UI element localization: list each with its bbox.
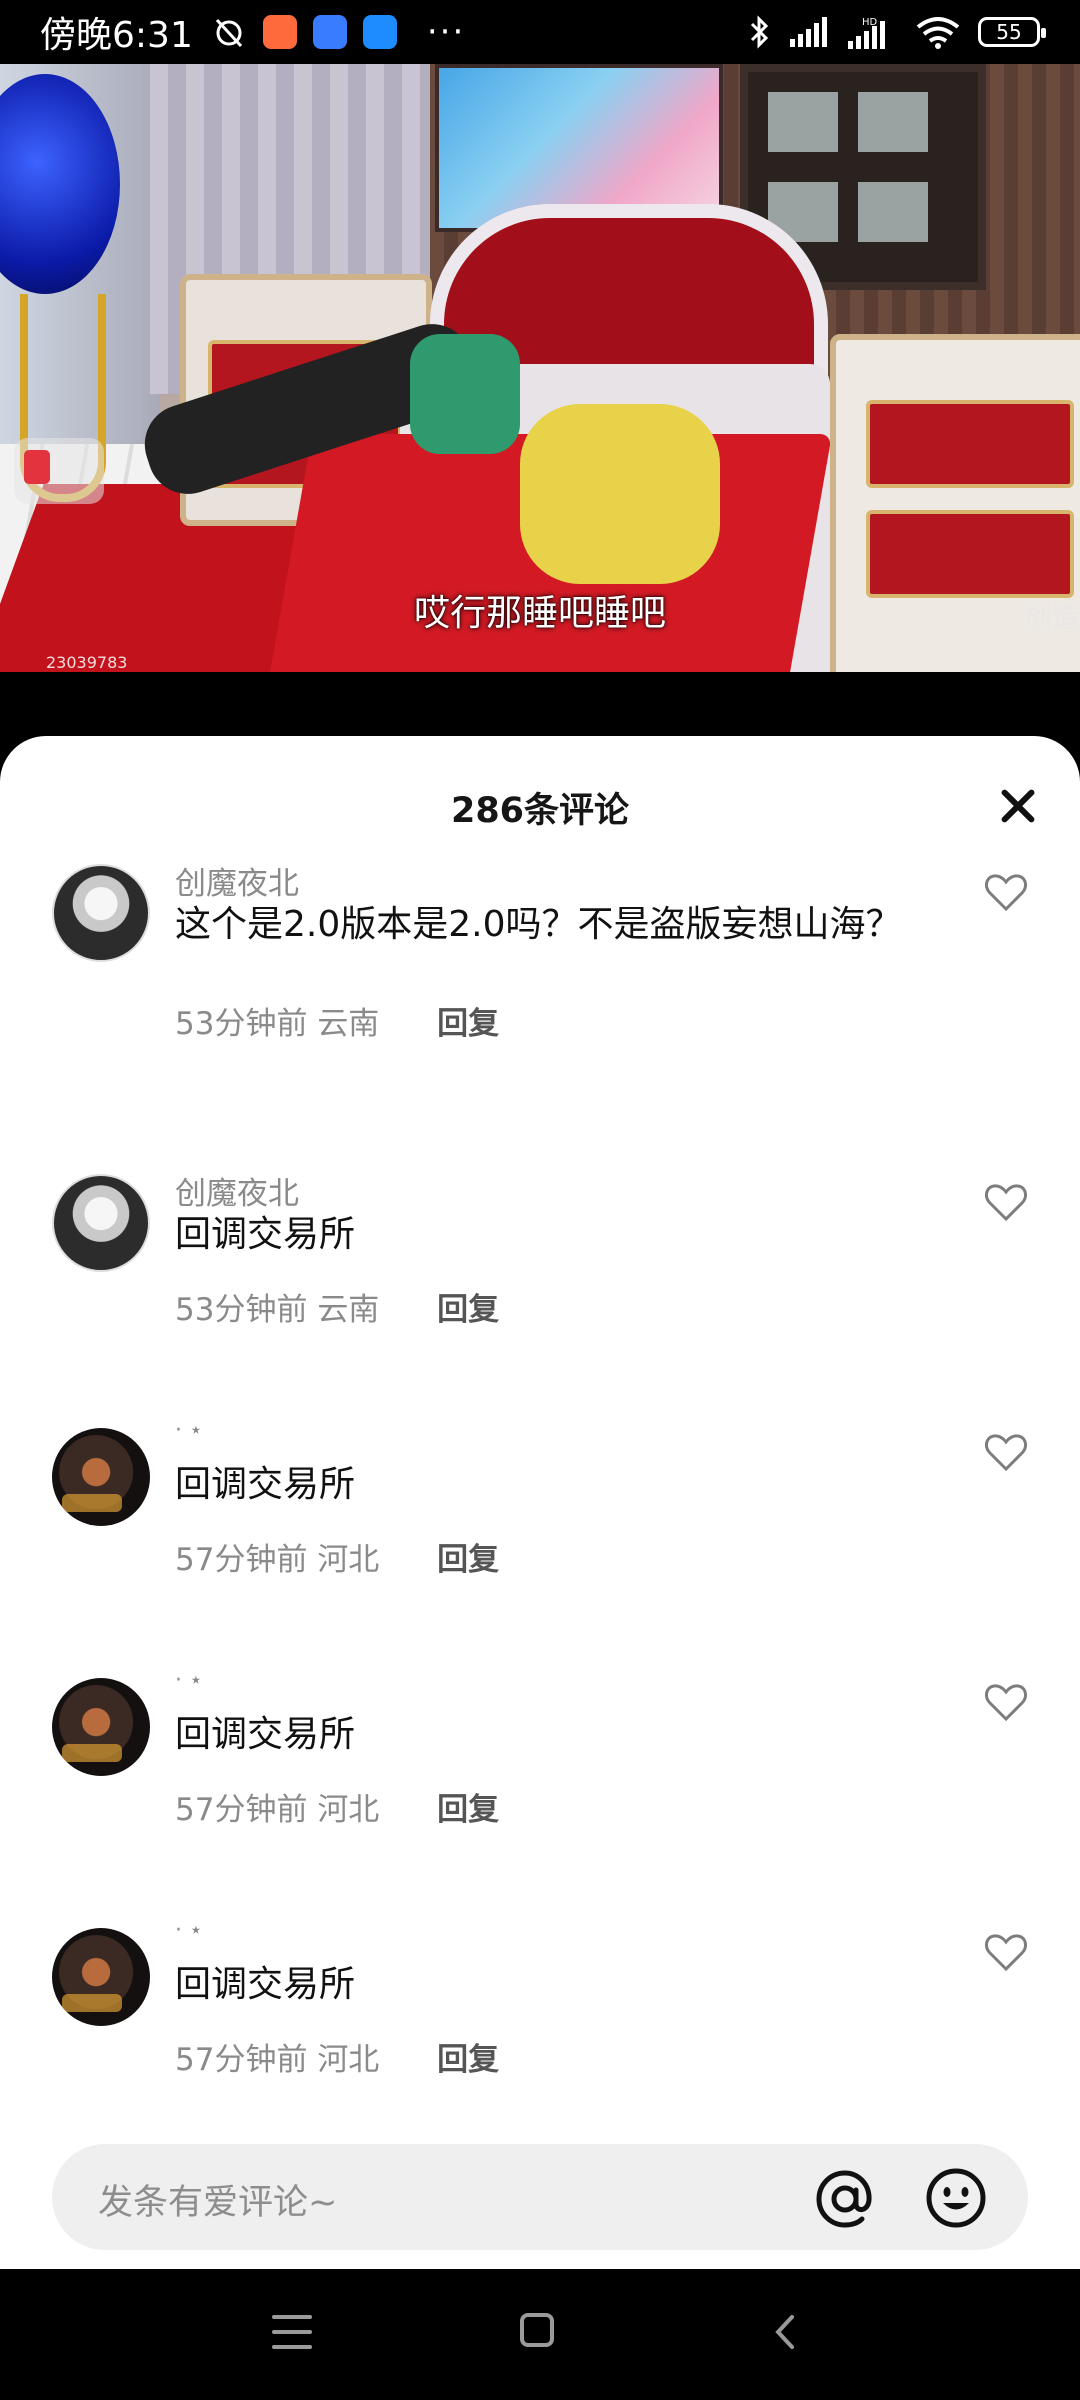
close-icon[interactable]: [996, 784, 1040, 828]
system-nav-bar: [0, 2269, 1080, 2400]
comment-text: 回调交易所: [175, 1964, 356, 2005]
comment-item: · ⋆ 回调交易所 57分钟前 河北 回复: [0, 1418, 1080, 1578]
comment-input-placeholder: 发条有爱评论~: [98, 2183, 338, 2223]
notification-app-icon: [262, 15, 297, 49]
comment-item: 创魔夜北 这个是2.0版本是2.0吗？不是盗版妄想山海？ 53分钟前 云南 回复: [0, 858, 1080, 1058]
comment-input[interactable]: 发条有爱评论~: [52, 2144, 1028, 2250]
emoji-icon[interactable]: [924, 2166, 988, 2230]
comment-username[interactable]: · ⋆: [175, 1668, 203, 1693]
reply-button[interactable]: 回复: [437, 2042, 499, 2078]
status-bar: 傍晚6:31 ··· HD 55: [0, 0, 1080, 64]
comments-sheet: 286条评论 创魔夜北 这个是2.0版本是2.0吗？不是盗版妄想山海？ 53分钟…: [0, 736, 1080, 2269]
status-time: 傍晚6:31: [40, 15, 193, 56]
avatar[interactable]: [52, 1174, 150, 1272]
wifi-icon: [916, 17, 960, 49]
comment-meta: 57分钟前 河北 回复: [175, 1784, 499, 1829]
comment-text: 回调交易所: [175, 1714, 356, 1755]
comment-location: 河北: [317, 1542, 380, 1578]
comments-title: 286条评论: [450, 791, 630, 831]
video-id: 23039783: [46, 653, 128, 672]
at-icon[interactable]: [814, 2168, 876, 2230]
comment-text: 这个是2.0版本是2.0吗？不是盗版妄想山海？: [175, 904, 902, 945]
comment-text: 回调交易所: [175, 1214, 356, 1255]
comment-meta: 57分钟前 河北 回复: [175, 1534, 499, 1579]
comment-meta: 53分钟前 云南 回复: [175, 998, 499, 1043]
comment-location: 河北: [317, 1792, 380, 1828]
comment-time: 57分钟前: [175, 1792, 308, 1828]
reply-button[interactable]: 回复: [437, 1006, 499, 1042]
avatar[interactable]: [52, 864, 150, 962]
reply-button[interactable]: 回复: [437, 1542, 499, 1578]
comment-location: 河北: [317, 2042, 380, 2078]
alarm-off-icon: [215, 18, 242, 48]
comment-text: 回调交易所: [175, 1464, 356, 1505]
back-icon[interactable]: [770, 2315, 800, 2349]
comment-item: · ⋆ 回调交易所 57分钟前 河北 回复: [0, 1918, 1080, 2078]
scene-character: [410, 334, 520, 454]
comment-meta: 53分钟前 云南 回复: [175, 1284, 499, 1329]
comment-username[interactable]: · ⋆: [175, 1418, 203, 1443]
notification-app-icon: [312, 15, 347, 49]
bluetooth-icon: [750, 15, 769, 49]
heart-icon[interactable]: [982, 1428, 1030, 1476]
video-player[interactable]: 哎行那睡吧睡吧 23039783 创造: [0, 64, 1080, 672]
heart-icon[interactable]: [982, 1928, 1030, 1976]
scene-character: [520, 404, 720, 584]
comment-location: 云南: [317, 1292, 380, 1328]
battery-level: 55: [996, 20, 1022, 44]
comment-location: 云南: [317, 1006, 380, 1042]
heart-icon[interactable]: [982, 1678, 1030, 1726]
comment-item: · ⋆ 回调交易所 57分钟前 河北 回复: [0, 1668, 1080, 1828]
comment-item: 创魔夜北 回调交易所 53分钟前 云南 回复: [0, 1168, 1080, 1328]
signal-icon: [790, 17, 827, 47]
video-subtitle: 哎行那睡吧睡吧: [413, 593, 666, 634]
comment-time: 57分钟前: [175, 1542, 308, 1578]
comment-time: 57分钟前: [175, 2042, 308, 2078]
avatar[interactable]: [52, 1428, 150, 1526]
more-notifications-icon: ···: [426, 12, 466, 52]
reply-button[interactable]: 回复: [437, 1792, 499, 1828]
heart-icon[interactable]: [982, 868, 1030, 916]
comment-time: 53分钟前: [175, 1006, 308, 1042]
avatar[interactable]: [52, 1678, 150, 1776]
heart-icon[interactable]: [982, 1178, 1030, 1226]
video-watermark: 创造: [1023, 601, 1080, 634]
home-icon[interactable]: [520, 2313, 554, 2347]
signal-hd-icon: HD: [848, 17, 885, 49]
menu-icon[interactable]: [272, 2315, 312, 2349]
comment-time: 53分钟前: [175, 1292, 308, 1328]
battery-indicator: 55: [978, 17, 1046, 47]
reply-button[interactable]: 回复: [437, 1292, 499, 1328]
avatar[interactable]: [52, 1928, 150, 2026]
red-packet-icon[interactable]: [14, 438, 104, 504]
notification-app-icon: [362, 15, 397, 49]
comment-username[interactable]: · ⋆: [175, 1918, 203, 1943]
comment-meta: 57分钟前 河北 回复: [175, 2034, 499, 2079]
